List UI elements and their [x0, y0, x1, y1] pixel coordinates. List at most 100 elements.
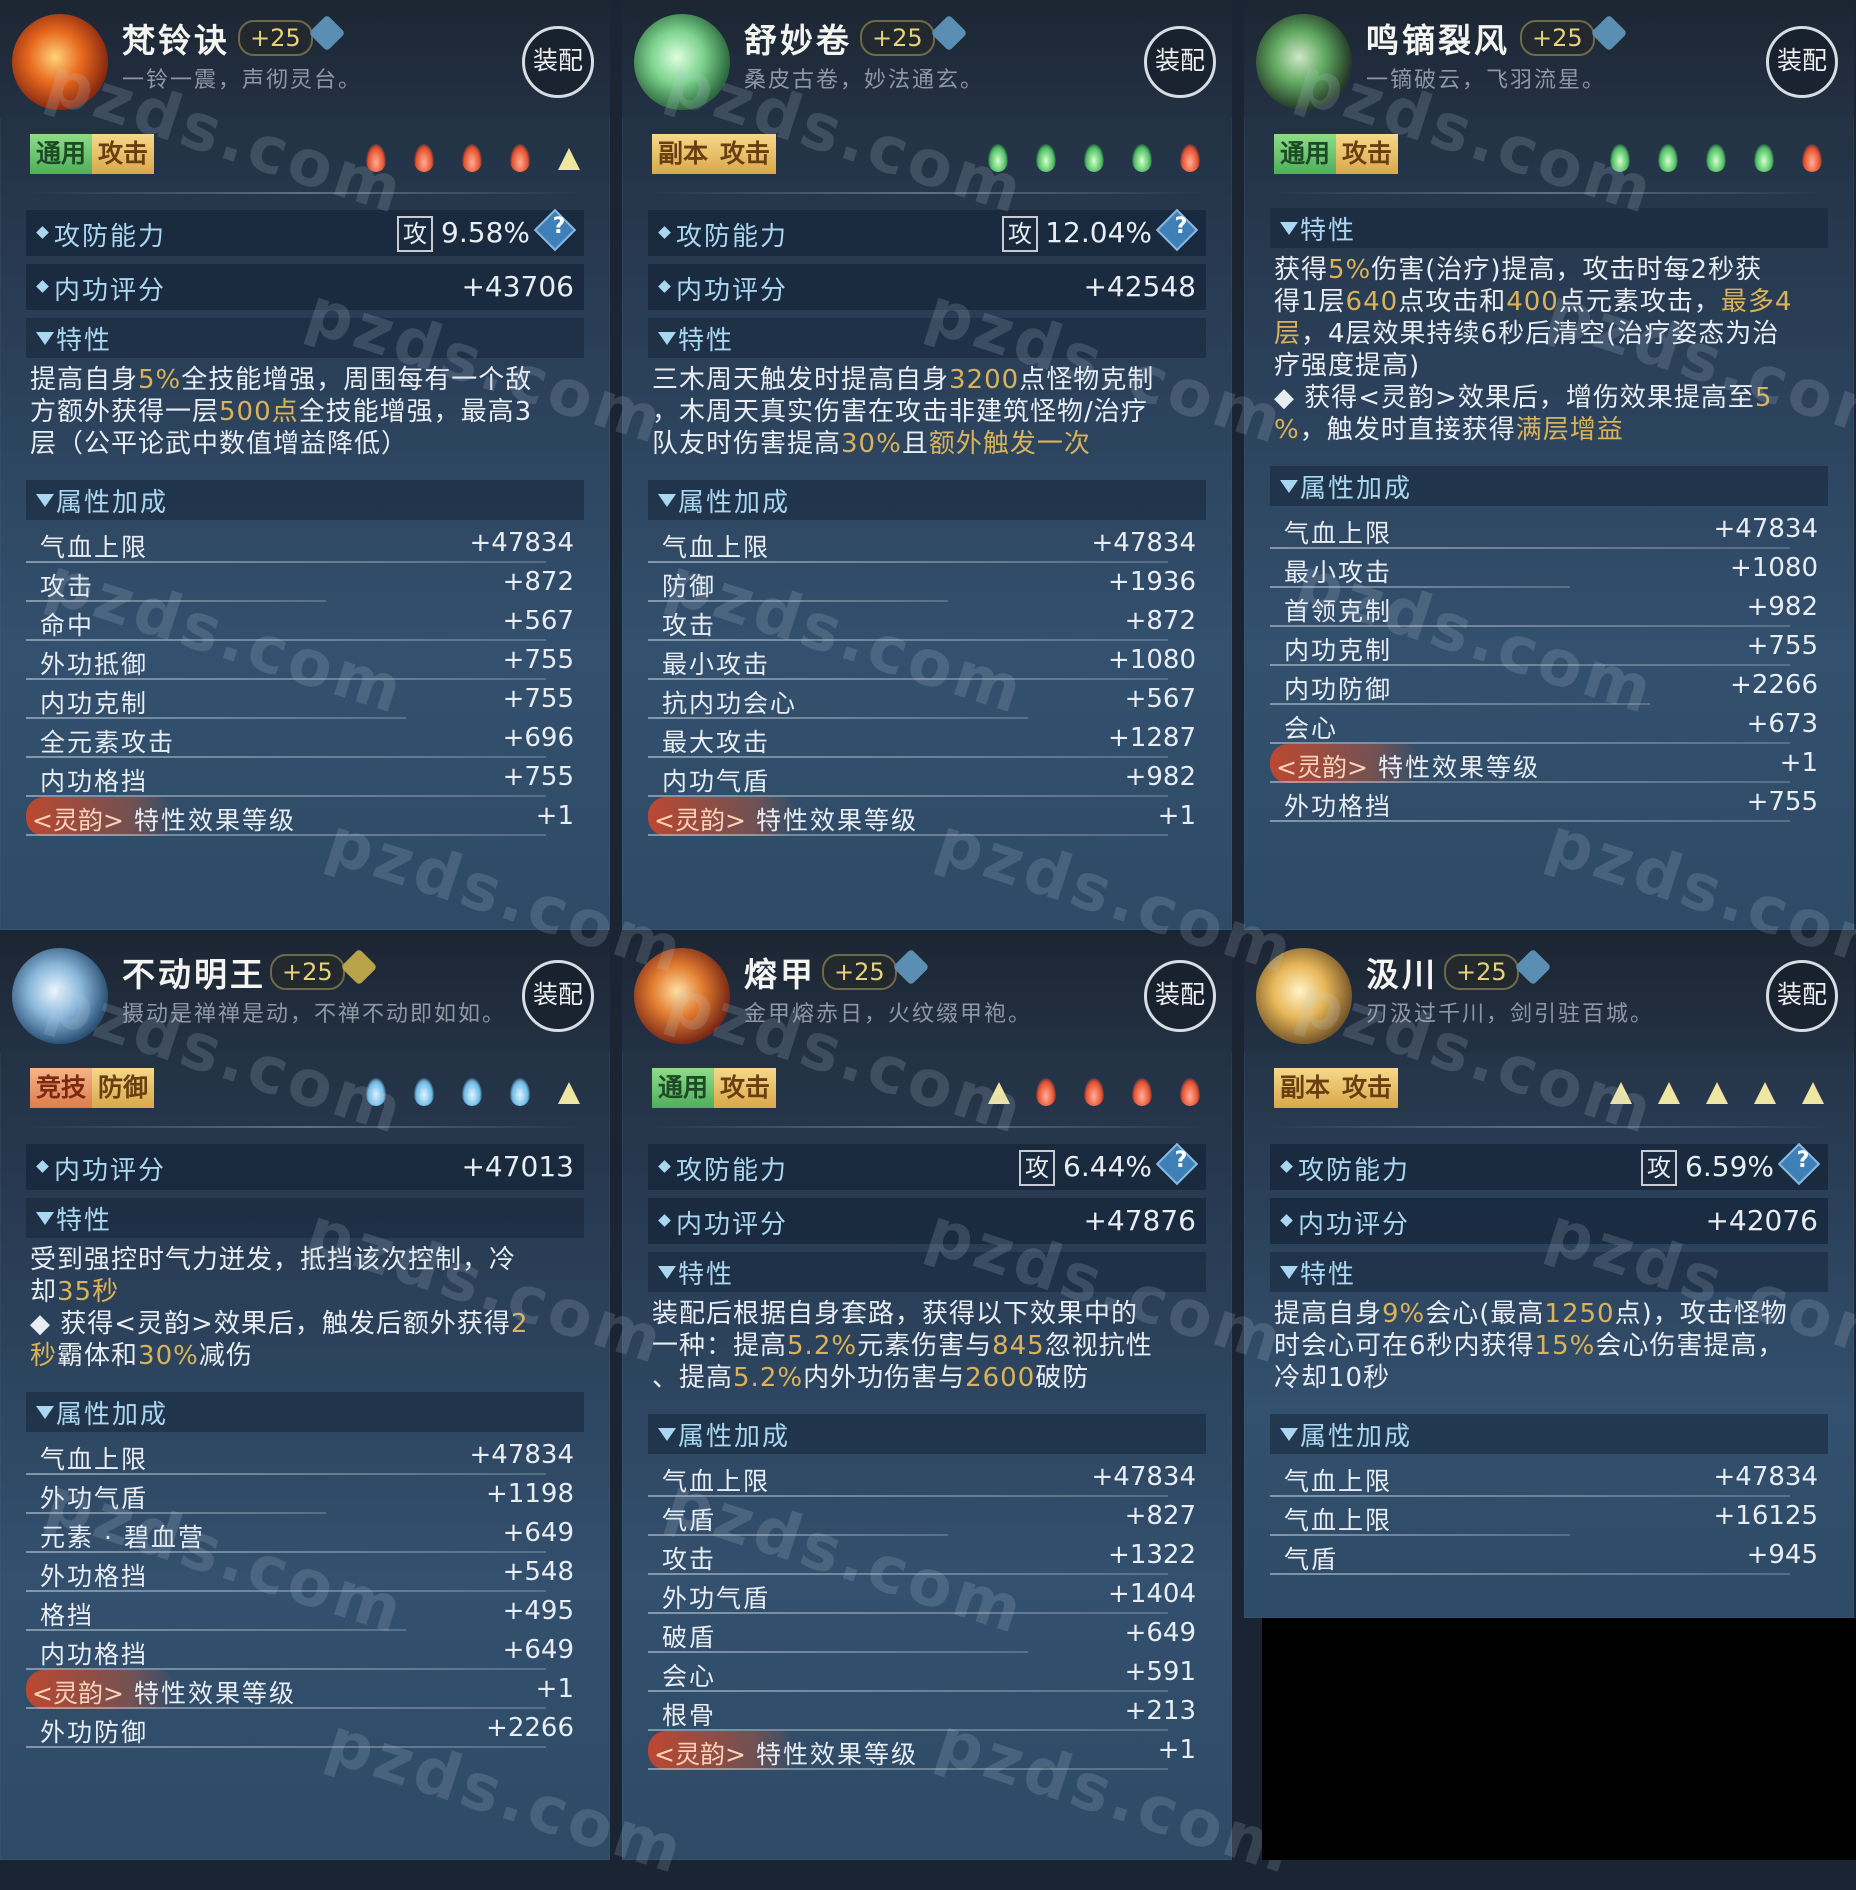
green-gem-icon — [1610, 144, 1630, 172]
category-tag: 通用 — [1274, 134, 1337, 174]
trait-text: 点元素攻击， — [1558, 287, 1721, 317]
attribute-row: 外功抵御 +755 — [26, 641, 584, 680]
divider — [1270, 1126, 1828, 1128]
trait-line: 提高自身9%会心(最高1250点)，攻击怪物 — [1274, 1298, 1832, 1330]
section-title: 特性 — [678, 326, 735, 356]
attribute-value: +982 — [1746, 592, 1818, 622]
row-underline — [1270, 820, 1790, 822]
row-underline — [648, 834, 1168, 836]
item-icon — [12, 948, 108, 1044]
equipment-card: 不动明王 +25 摄动是禅禅是动，不禅不动即如如。 装配 竞技 防御 内功评分 +47013 特… — [0, 934, 610, 1860]
lock-icon[interactable] — [308, 14, 346, 52]
lock-icon[interactable] — [930, 14, 968, 52]
attribute-section-header[interactable]: 属性加成 — [648, 480, 1206, 520]
attribute-value: +649 — [502, 1635, 574, 1665]
trait-text: 5% — [1328, 255, 1372, 285]
trait-text: 装配后根据自身套路，获得以下效果中的 — [652, 1299, 1139, 1329]
attribute-name: 气血上限 — [662, 533, 771, 562]
attribute-name: 气血上限 — [40, 533, 149, 562]
attribute-name: 气盾 — [1284, 1545, 1339, 1574]
attribute-value: +567 — [1124, 684, 1196, 714]
item-subtitle: 桑皮古卷，妙法通玄。 — [744, 68, 985, 93]
attack-defense-bar: 攻防能力 攻 6.44%? — [648, 1142, 1206, 1190]
attribute-name: 元素 · 碧血营 — [40, 1523, 205, 1552]
attribute-section-header[interactable]: 属性加成 — [26, 1392, 584, 1432]
item-subtitle: 一镝破云，飞羽流星。 — [1366, 68, 1607, 93]
attribute-row: 抗内功会心 +567 — [648, 680, 1206, 719]
equip-button[interactable]: 装配 — [1144, 960, 1216, 1032]
equip-button[interactable]: 装配 — [1144, 26, 1216, 98]
attribute-section-header[interactable]: 属性加成 — [1270, 1414, 1828, 1454]
stat-label: 攻防能力 — [676, 1156, 789, 1186]
trait-section-header[interactable]: 特性 — [26, 318, 584, 358]
attribute-value: +872 — [1124, 606, 1196, 636]
trait-section-header[interactable]: 特性 — [648, 318, 1206, 358]
row-underline — [1270, 1573, 1790, 1575]
trait-section-header[interactable]: 特性 — [1270, 1252, 1828, 1292]
help-icon-glyph: ? — [552, 214, 566, 239]
attribute-row: 元素 · 碧血营 +649 — [26, 1514, 584, 1553]
trait-text: 层 — [1274, 319, 1302, 349]
attribute-row: 攻击 +872 — [26, 563, 584, 602]
attribute-value: +47834 — [1713, 514, 1819, 544]
category-tag: 攻击 — [92, 134, 155, 174]
attribute-value: +16125 — [1713, 1501, 1819, 1531]
inner-score-bar: 内功评分 +42076 — [1270, 1198, 1828, 1244]
lock-icon[interactable] — [892, 948, 930, 986]
attribute-value: +649 — [1124, 1618, 1196, 1648]
trait-section-header[interactable]: 特性 — [26, 1198, 584, 1238]
attribute-section-header[interactable]: 属性加成 — [26, 480, 584, 520]
linyun-row: <灵韵> 特性效果等级 +1 — [648, 1731, 1206, 1770]
equip-button[interactable]: 装配 — [522, 26, 594, 98]
attribute-name: 气血上限 — [40, 1445, 149, 1474]
inner-score-bar: 内功评分 +47013 — [26, 1144, 584, 1190]
card-header: 梵铃诀 +25 一铃一震，声彻灵台。 装配 — [0, 0, 610, 118]
attribute-name: 抗内功会心 — [662, 689, 798, 718]
card-header: 舒妙卷 +25 桑皮古卷，妙法通玄。 装配 — [622, 0, 1232, 118]
trait-text: 30% — [841, 429, 902, 459]
equip-button[interactable]: 装配 — [1766, 26, 1838, 98]
attribute-section-header[interactable]: 属性加成 — [648, 1414, 1206, 1454]
attribute-name: 格挡 — [40, 1601, 95, 1630]
attribute-name: 最小攻击 — [1284, 558, 1393, 587]
attribute-row: 最小攻击 +1080 — [648, 641, 1206, 680]
attribute-value: +213 — [1124, 1696, 1196, 1726]
inner-score-value: +42548 — [1083, 270, 1196, 303]
help-icon-glyph: ? — [1174, 1148, 1188, 1173]
red-gem-icon — [366, 144, 386, 172]
trait-text: 内外功伤害与 — [803, 1363, 966, 1393]
divider — [26, 1126, 584, 1128]
section-title: 属性加成 — [678, 1422, 791, 1452]
attribute-section-header[interactable]: 属性加成 — [1270, 466, 1828, 506]
trait-section-header[interactable]: 特性 — [648, 1252, 1206, 1292]
trait-text: 疗强度提高) — [1274, 351, 1421, 381]
attribute-name: 外功格挡 — [1284, 792, 1393, 821]
equip-button[interactable]: 装配 — [1766, 960, 1838, 1032]
trait-line: ◆ 获得<灵韵>效果后，增伤效果提高至5 — [1274, 382, 1832, 414]
divider — [648, 192, 1206, 194]
trait-text: 时会心可在6秒内获得 — [1274, 1331, 1535, 1361]
attribute-name: 根骨 — [662, 1701, 717, 1730]
trait-line: 冷却10秒 — [1274, 1362, 1832, 1394]
attribute-name: 内功防御 — [1284, 675, 1393, 704]
trait-text: 满层增益 — [1515, 415, 1624, 445]
trait-text: 全技能增强，最高3 — [298, 397, 533, 427]
equip-button[interactable]: 装配 — [522, 960, 594, 1032]
attribute-name: 会心 — [662, 1662, 717, 1691]
red-gem-icon — [414, 144, 434, 172]
lock-icon[interactable] — [1590, 14, 1628, 52]
attribute-row: 气盾 +945 — [1270, 1536, 1828, 1575]
attribute-value: +47834 — [469, 1440, 575, 1470]
trait-section-header[interactable]: 特性 — [1270, 208, 1828, 248]
row-underline — [26, 834, 546, 836]
divider — [1270, 192, 1828, 194]
attribute-name: 气血上限 — [1284, 519, 1393, 548]
attribute-name: 外功抵御 — [40, 650, 149, 679]
trait-description: 提高自身9%会心(最高1250点)，攻击怪物 时会心可在6秒内获得15%会心伤害提… — [1274, 1298, 1832, 1394]
lock-icon[interactable] — [340, 948, 378, 986]
tag-row: 通用 攻击 — [0, 118, 610, 178]
lock-icon[interactable] — [1514, 948, 1552, 986]
attribute-name: 最大攻击 — [662, 728, 771, 757]
category-tag: 副本 — [652, 134, 715, 174]
green-gem-icon — [1706, 144, 1726, 172]
